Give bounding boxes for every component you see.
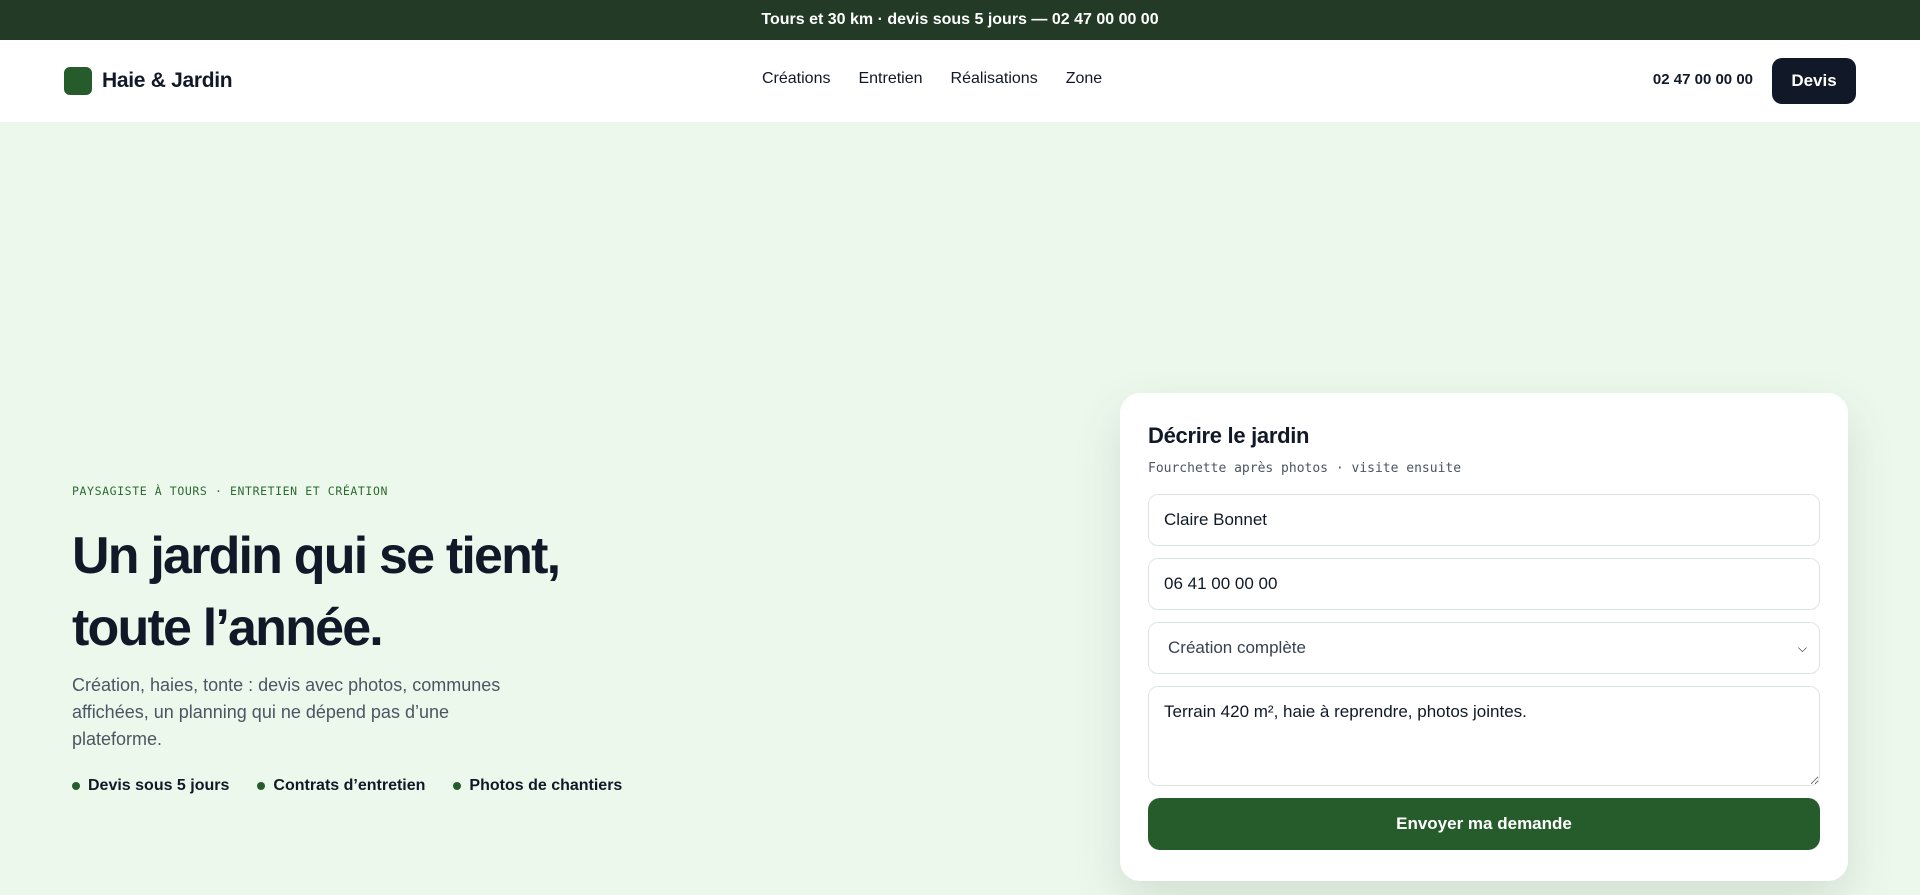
nav-link-entretien[interactable]: Entretien [858, 70, 922, 88]
hero-bullets: Devis sous 5 jours Contrats d’entretien … [72, 777, 712, 795]
bullet-item: Devis sous 5 jours [72, 777, 229, 795]
bullet-label: Devis sous 5 jours [88, 777, 230, 794]
logo-icon [64, 67, 92, 95]
header-phone-link[interactable]: 02 47 00 00 00 [1653, 71, 1753, 88]
name-input[interactable] [1148, 494, 1820, 546]
submit-button[interactable]: Envoyer ma demande [1148, 798, 1820, 850]
service-selected-value: Création complète [1168, 638, 1306, 657]
hero-headline: Un jardin qui se tient, toute l’année. [72, 520, 712, 664]
hero-headline-line-2: toute l’année. [72, 599, 384, 657]
message-textarea[interactable]: Terrain 420 m², haie à reprendre, photos… [1148, 686, 1820, 786]
nav-link-zone[interactable]: Zone [1066, 70, 1102, 88]
bullet-label: Photos de chantiers [469, 777, 623, 794]
hero-section: PAYSAGISTE À TOURS · ENTRETIEN ET CRÉATI… [72, 484, 712, 795]
announcement-text: Tours et 30 km · devis sous 5 jours — 02… [761, 11, 1159, 28]
bullet-dot-icon [72, 782, 80, 790]
bullet-dot-icon [453, 782, 462, 790]
hero-lead: Création, haies, tonte : devis avec phot… [72, 675, 501, 749]
chevron-down-icon: ⌵ [1797, 640, 1807, 655]
hero-headline-line-1: Un jardin qui se tient, [72, 527, 561, 585]
main-nav: Créations Entretien Réalisations Zone [762, 70, 1102, 88]
bullet-dot-icon [257, 782, 266, 790]
nav-link-creations[interactable]: Créations [762, 70, 830, 88]
bullet-item: Photos de chantiers [453, 777, 622, 795]
devis-button[interactable]: Devis [1772, 58, 1856, 104]
service-select[interactable]: Création complète ⌵ [1148, 622, 1820, 674]
form-subtitle: Fourchette après photos · visite ensuite [1148, 461, 1462, 476]
quote-form-card: Décrire le jardin Fourchette après photo… [1120, 393, 1848, 881]
brand-name: Haie & Jardin [102, 69, 233, 92]
bullet-label: Contrats d’entretien [273, 777, 426, 794]
brand[interactable]: Haie & Jardin [64, 67, 233, 95]
hero-eyebrow: PAYSAGISTE À TOURS · ENTRETIEN ET CRÉATI… [72, 484, 388, 498]
site-header: Haie & Jardin Créations Entretien Réalis… [0, 40, 1920, 122]
bullet-item: Contrats d’entretien [257, 777, 425, 795]
form-title: Décrire le jardin [1148, 423, 1310, 448]
phone-input[interactable] [1148, 558, 1820, 610]
announcement-bar: Tours et 30 km · devis sous 5 jours — 02… [0, 0, 1920, 40]
nav-link-realisations[interactable]: Réalisations [951, 70, 1038, 88]
